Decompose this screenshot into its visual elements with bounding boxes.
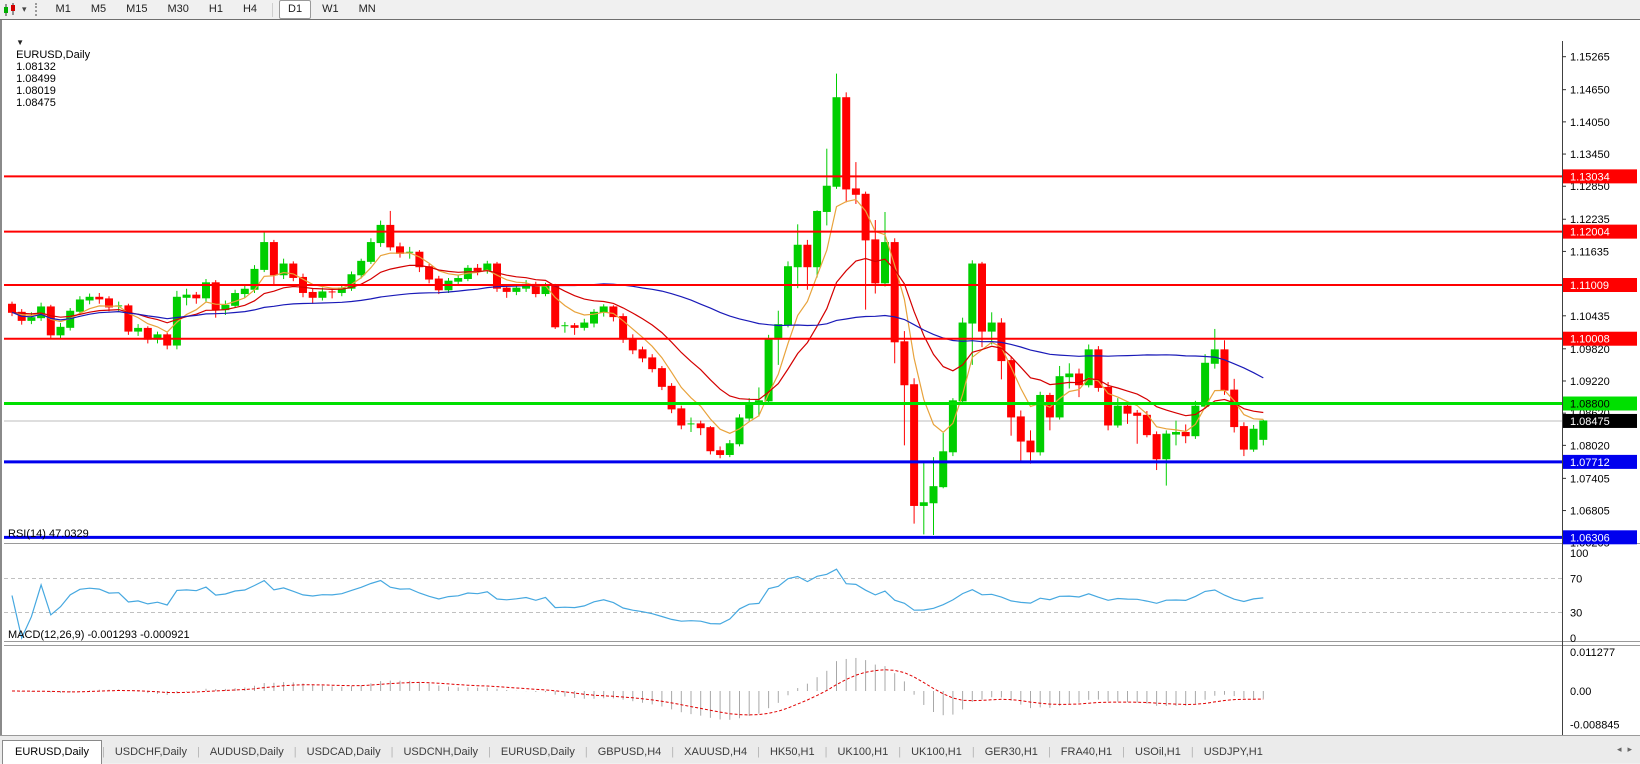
chart-tab-hk50-h1[interactable]: HK50,H1 xyxy=(760,742,825,763)
timeframe-button-m30[interactable]: M30 xyxy=(159,0,198,19)
tab-scroll-left-button[interactable]: ◂ xyxy=(1617,744,1622,755)
timeframe-button-d1[interactable]: D1 xyxy=(279,0,311,19)
chart-tab-usdjpy-h1[interactable]: USDJPY,H1 xyxy=(1194,742,1273,763)
timeframe-button-m5[interactable]: M5 xyxy=(82,0,115,19)
macd-histogram xyxy=(12,658,1263,720)
timeframe-button-h1[interactable]: H1 xyxy=(200,0,232,19)
level-price-label: 1.06306 xyxy=(1570,532,1610,544)
macd-axis-tick-label: 0.011277 xyxy=(1570,647,1615,659)
chart-tab-eurusd-daily[interactable]: EURUSD,Daily xyxy=(2,740,102,764)
timeframe-button-mn[interactable]: MN xyxy=(350,0,385,19)
level-price-label: 1.12004 xyxy=(1570,227,1610,239)
chart-tab-audusd-daily[interactable]: AUDUSD,Daily xyxy=(200,742,294,763)
level-price-label: 1.07712 xyxy=(1570,457,1610,469)
rsi-axis-tick-label: 70 xyxy=(1570,574,1582,586)
chart-tab-usdchf-daily[interactable]: USDCHF,Daily xyxy=(105,742,197,763)
tab-scroll-right-button[interactable]: ▸ xyxy=(1627,744,1632,755)
rsi-axis-tick-label: 100 xyxy=(1570,548,1588,560)
level-price-label: 1.08800 xyxy=(1570,399,1610,411)
chart-tab-eurusd-daily[interactable]: EURUSD,Daily xyxy=(491,742,585,763)
chart-window[interactable]: 7 Nov 201916 Nov 201926 Nov 20195 Dec 20… xyxy=(0,20,1640,735)
chevron-down-icon[interactable]: ▾ xyxy=(22,4,27,15)
chart-tab-xauusd-h4[interactable]: XAUUSD,H4 xyxy=(674,742,757,763)
level-price-label: 1.13034 xyxy=(1570,171,1610,183)
price-axis-tick-label: 1.06805 xyxy=(1570,506,1610,518)
current-price-label: 1.08475 xyxy=(1570,416,1610,428)
timeframe-button-h4[interactable]: H4 xyxy=(234,0,266,19)
top-toolbar: ▾ M1M5M15M30H1H4 D1W1MN xyxy=(0,0,1640,20)
rsi-axis-tick-label: 0 xyxy=(1570,633,1576,645)
macd-signal-line xyxy=(12,670,1263,715)
toolbar-grip-handle[interactable] xyxy=(35,3,40,16)
macd-axis-tick-label: -0.008845 xyxy=(1570,720,1620,732)
price-axis-tick-label: 1.10435 xyxy=(1570,311,1610,323)
chart-tab-usoil-h1[interactable]: USOil,H1 xyxy=(1125,742,1191,763)
price-axis-tick-label: 1.08020 xyxy=(1570,440,1610,452)
chart-tab-uk100-h1[interactable]: UK100,H1 xyxy=(901,742,972,763)
candles-layer xyxy=(9,74,1267,535)
price-axis-tick-label: 1.14650 xyxy=(1570,85,1610,97)
price-axis-tick-label: 1.14050 xyxy=(1570,117,1610,129)
macd-axis-tick-label: 0.00 xyxy=(1570,686,1591,698)
chart-tab-bar: EURUSD,Daily|USDCHF,Daily|AUDUSD,Daily|U… xyxy=(0,735,1640,763)
timeframe-button-m1[interactable]: M1 xyxy=(47,0,80,19)
timeframe-button-w1[interactable]: W1 xyxy=(313,0,348,19)
chart-tab-ger30-h1[interactable]: GER30,H1 xyxy=(975,742,1048,763)
chart-tab-fra40-h1[interactable]: FRA40,H1 xyxy=(1051,742,1122,763)
chart-tab-gbpusd-h4[interactable]: GBPUSD,H4 xyxy=(588,742,672,763)
price-axis-tick-label: 1.11635 xyxy=(1570,246,1609,258)
level-price-label: 1.10008 xyxy=(1570,334,1610,346)
chart-tab-usdcad-daily[interactable]: USDCAD,Daily xyxy=(297,742,391,763)
price-axis-tick-label: 1.12235 xyxy=(1570,214,1610,226)
price-axis-tick-label: 1.09220 xyxy=(1570,376,1610,388)
toolbar-separator xyxy=(272,3,273,17)
chart-tab-uk100-h1[interactable]: UK100,H1 xyxy=(827,742,898,763)
timeframe-button-m15[interactable]: M15 xyxy=(117,0,156,19)
rsi-line xyxy=(12,569,1263,638)
moving-average-medium xyxy=(12,259,1263,416)
price-axis-tick-label: 1.07405 xyxy=(1570,473,1610,485)
price-axis-tick-label: 1.15265 xyxy=(1570,52,1610,64)
level-price-label: 1.11009 xyxy=(1570,280,1609,292)
chart-type-icon[interactable] xyxy=(2,3,20,17)
chart-tab-usdcnh-daily[interactable]: USDCNH,Daily xyxy=(393,742,488,763)
rsi-axis-tick-label: 30 xyxy=(1570,608,1582,620)
price-axis-tick-label: 1.13450 xyxy=(1570,149,1610,161)
